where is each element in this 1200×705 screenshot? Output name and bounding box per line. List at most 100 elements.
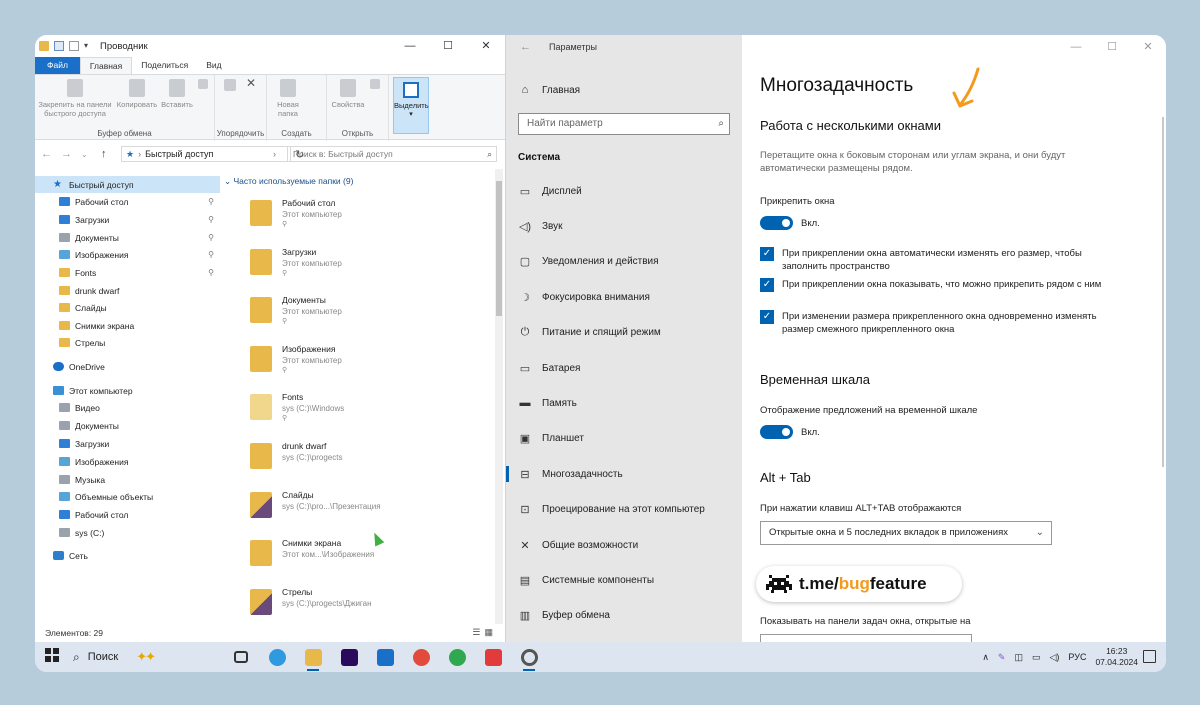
maximize-button[interactable]: ☐	[1094, 35, 1130, 59]
snap-toggle[interactable]	[760, 216, 793, 230]
nav-item[interactable]: Видео	[35, 399, 220, 416]
folder-item[interactable]: Слайды sys (C:)\pro...\Презентация	[250, 488, 480, 534]
minimize-button[interactable]: —	[391, 35, 429, 57]
nav-item[interactable]: Снимки экрана	[35, 317, 220, 334]
cut-button[interactable]	[195, 79, 211, 92]
taskbar-app-chrome[interactable]	[439, 642, 475, 672]
timeline-toggle[interactable]	[760, 425, 793, 439]
section-header[interactable]: ⌄ Часто используемые папки (9)	[224, 176, 353, 187]
start-button[interactable]	[35, 647, 69, 667]
nav-item[interactable]: Этот компьютер	[35, 382, 220, 399]
sidebar-item[interactable]: ▢ Уведомления и действия	[506, 251, 742, 273]
nav-item[interactable]: Изображения	[35, 453, 220, 470]
properties-icon[interactable]	[54, 41, 64, 51]
folder-item[interactable]: Загрузки Этот компьютер ⚲	[250, 245, 480, 291]
meet-icon[interactable]: ◫	[1014, 652, 1023, 663]
nav-item[interactable]: Слайды	[35, 299, 220, 316]
scrollbar-thumb[interactable]	[496, 181, 502, 316]
sidebar-item[interactable]: ◁) Звук	[506, 215, 742, 237]
sidebar-item[interactable]: ▬ Память	[506, 392, 742, 414]
new-folder-icon[interactable]	[69, 41, 79, 51]
pin-quick-access-button[interactable]: Закрепить на панели быстрого доступа	[38, 79, 112, 118]
folder-item[interactable]: Документы Этот компьютер ⚲	[250, 293, 480, 339]
nav-item[interactable]: Рабочий стол	[35, 506, 220, 523]
nav-item[interactable]: OneDrive	[35, 358, 220, 375]
scrollbar[interactable]	[495, 169, 503, 624]
notification-icon[interactable]	[1143, 650, 1156, 663]
nav-item[interactable]: Загрузки	[35, 435, 220, 452]
sidebar-item[interactable]: ☽ Фокусировка внимания	[506, 286, 742, 308]
new-folder-button[interactable]: Новая папка	[271, 79, 305, 118]
language-indicator[interactable]: РУС	[1068, 652, 1086, 662]
copy-button[interactable]: Копировать	[115, 79, 159, 109]
view-toggle[interactable]: ☰▦	[472, 627, 497, 638]
taskbar-search[interactable]: ⌕ Поиск ✦✦	[73, 642, 223, 672]
nav-item[interactable]: Сеть	[35, 547, 220, 564]
clock[interactable]: 16:23 07.04.2024	[1095, 646, 1138, 668]
sidebar-item[interactable]: ▣ Планшет	[506, 428, 742, 450]
nav-item[interactable]: Изображения ⚲	[35, 246, 220, 263]
chevron-right-icon[interactable]: ›	[273, 149, 276, 159]
folder-item[interactable]: drunk dwarf sys (C:)\progects	[250, 439, 480, 485]
tab-view[interactable]: Вид	[197, 57, 230, 74]
taskbar-app-mail[interactable]	[367, 642, 403, 672]
taskbar-app-edge[interactable]	[259, 642, 295, 672]
up-arrow-icon[interactable]: ↑	[101, 148, 115, 160]
taskbar-app-settings[interactable]	[511, 642, 547, 672]
maximize-button[interactable]: ☐	[429, 35, 467, 57]
nav-item[interactable]: Документы	[35, 417, 220, 434]
search-input[interactable]: Поиск в: Быстрый доступ ⌕	[287, 146, 497, 162]
network-icon[interactable]: ▭	[1032, 652, 1041, 663]
tab-share[interactable]: Поделиться	[132, 57, 197, 74]
folder-item[interactable]: Fonts sys (C:)\Windows ⚲	[250, 390, 480, 436]
nav-item[interactable]: ★ Быстрый доступ	[35, 176, 220, 193]
address-bar[interactable]: ★ › Быстрый доступ ›	[121, 146, 291, 162]
folder-item[interactable]: Снимки экрана Этот ком...\Изображения	[250, 536, 480, 582]
nav-item[interactable]: sys (C:)	[35, 524, 220, 541]
sidebar-item[interactable]: ▤ Системные компоненты	[506, 569, 742, 591]
sidebar-item-home[interactable]: ⌂ Главная	[506, 79, 742, 101]
properties-button[interactable]: Свойства	[331, 79, 365, 109]
taskbar-app-after-effects[interactable]	[331, 642, 367, 672]
nav-item[interactable]: Рабочий стол ⚲	[35, 193, 220, 210]
recent-chevron-icon[interactable]: ⌄	[81, 150, 95, 159]
tab-file[interactable]: Файл	[35, 57, 80, 74]
tiles-view-icon[interactable]: ▦	[484, 627, 497, 637]
nav-item[interactable]: Загрузки ⚲	[35, 211, 220, 228]
back-arrow-icon[interactable]: ←	[520, 41, 531, 53]
sidebar-item[interactable]: ⊡ Проецирование на этот компьютер	[506, 499, 742, 521]
details-view-icon[interactable]: ☰	[472, 627, 484, 637]
scrollbar[interactable]	[1162, 117, 1164, 467]
close-button[interactable]: ✕	[467, 35, 505, 57]
folder-item[interactable]: Рабочий стол Этот компьютер ⚲	[250, 196, 480, 242]
nav-item[interactable]: Объемные объекты	[35, 488, 220, 505]
pen-icon[interactable]: ✎	[998, 652, 1006, 663]
minimize-button[interactable]: —	[1058, 35, 1094, 59]
nav-item[interactable]: drunk dwarf	[35, 282, 220, 299]
alttab-dropdown[interactable]: Открытые окна и 5 последних вкладок в пр…	[760, 521, 1052, 545]
sidebar-item[interactable]: ⊟ Многозадачность	[506, 463, 742, 485]
taskbar-app-chrome[interactable]	[403, 642, 439, 672]
close-button[interactable]: ✕	[1130, 35, 1166, 59]
search-input[interactable]: Найти параметр ⌕	[518, 113, 730, 135]
sidebar-item[interactable]: ✕ Общие возможности	[506, 534, 742, 556]
nav-item[interactable]: Музыка	[35, 471, 220, 488]
snap-option-checkbox-1[interactable]: ✓	[760, 247, 774, 261]
snap-option-checkbox-2[interactable]: ✓	[760, 278, 774, 292]
sidebar-item[interactable]: ⏻ Питание и спящий режим	[506, 322, 742, 344]
forward-arrow-icon[interactable]: →	[61, 148, 75, 160]
sidebar-item[interactable]: ▭ Дисплей	[506, 180, 742, 202]
nav-item[interactable]: Документы ⚲	[35, 229, 220, 246]
taskbar-app-anydesk[interactable]	[475, 642, 511, 672]
folder-item[interactable]: Стрелы sys (C:)\progects\Джиган	[250, 585, 480, 631]
move-to-button[interactable]	[221, 79, 239, 94]
delete-button[interactable]: ✕	[241, 77, 261, 89]
volume-icon[interactable]: ◁)	[1050, 652, 1060, 663]
sidebar-item[interactable]: ▭ Батарея	[506, 357, 742, 379]
taskbar-app-task-view[interactable]	[223, 642, 259, 672]
chevron-down-icon[interactable]: ▾	[84, 41, 90, 51]
select-button[interactable]: Выделить ▾	[393, 77, 429, 134]
nav-item[interactable]: Fonts ⚲	[35, 264, 220, 281]
tab-home[interactable]: Главная	[79, 57, 133, 74]
nav-item[interactable]: Стрелы	[35, 334, 220, 351]
